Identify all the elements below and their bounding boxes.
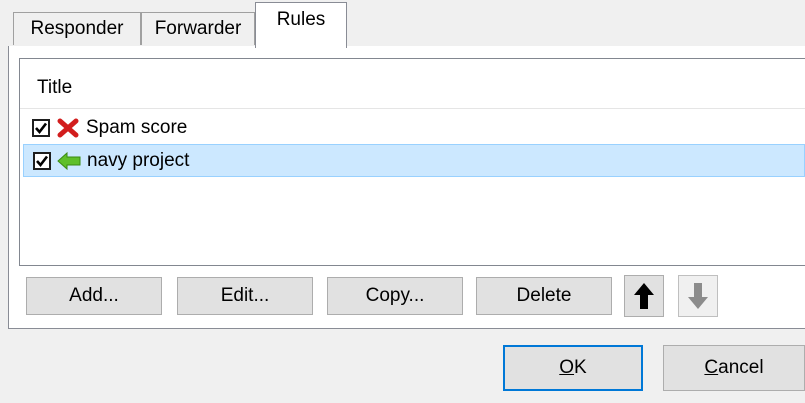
green-left-arrow-icon bbox=[57, 150, 81, 172]
copy-button-label: Copy... bbox=[365, 285, 425, 306]
tab-forwarder[interactable]: Forwarder bbox=[141, 12, 255, 45]
move-up-button[interactable] bbox=[624, 275, 664, 317]
list-item[interactable]: Spam score bbox=[23, 111, 805, 144]
column-header-label: Title bbox=[37, 77, 73, 98]
delete-button-label: Delete bbox=[516, 285, 572, 306]
tab-rules[interactable]: Rules bbox=[255, 2, 347, 48]
edit-button-label: Edit... bbox=[220, 285, 270, 306]
add-button-label: Add... bbox=[69, 285, 119, 306]
rules-panel: Title Spam score navy project Add... Edi… bbox=[8, 46, 805, 329]
tab-bar: Responder Forwarder Rules bbox=[0, 0, 805, 48]
rule-label: Spam score bbox=[86, 116, 188, 138]
checkmark-icon bbox=[35, 122, 48, 134]
delete-button[interactable]: Delete bbox=[476, 277, 612, 315]
rule-checkbox[interactable] bbox=[32, 118, 50, 137]
ok-rest: K bbox=[574, 357, 587, 378]
tab-responder-label: Responder bbox=[30, 18, 124, 39]
rule-label: navy project bbox=[87, 149, 190, 171]
ok-button[interactable]: OK bbox=[503, 345, 643, 391]
checkmark-icon bbox=[36, 155, 49, 167]
up-arrow-icon bbox=[634, 283, 654, 309]
cancel-button[interactable]: Cancel bbox=[663, 345, 805, 391]
edit-button[interactable]: Edit... bbox=[177, 277, 313, 315]
column-header-title[interactable]: Title bbox=[20, 59, 805, 109]
rules-list[interactable]: Title Spam score navy project bbox=[19, 58, 805, 266]
down-arrow-icon bbox=[688, 283, 708, 309]
tab-forwarder-label: Forwarder bbox=[154, 18, 242, 39]
add-button[interactable]: Add... bbox=[26, 277, 162, 315]
cancel-mnemonic: C bbox=[704, 357, 719, 378]
tab-rules-label: Rules bbox=[276, 8, 326, 30]
tab-responder[interactable]: Responder bbox=[13, 12, 141, 45]
ok-button-label: OK bbox=[559, 357, 586, 379]
cancel-rest: ancel bbox=[718, 357, 764, 378]
rule-checkbox[interactable] bbox=[33, 151, 51, 170]
red-x-icon bbox=[56, 117, 80, 139]
ok-mnemonic: O bbox=[559, 357, 575, 378]
cancel-button-label: Cancel bbox=[704, 357, 763, 379]
copy-button[interactable]: Copy... bbox=[327, 277, 463, 315]
list-item-selected[interactable]: navy project bbox=[23, 144, 805, 177]
move-down-button[interactable] bbox=[678, 275, 718, 317]
